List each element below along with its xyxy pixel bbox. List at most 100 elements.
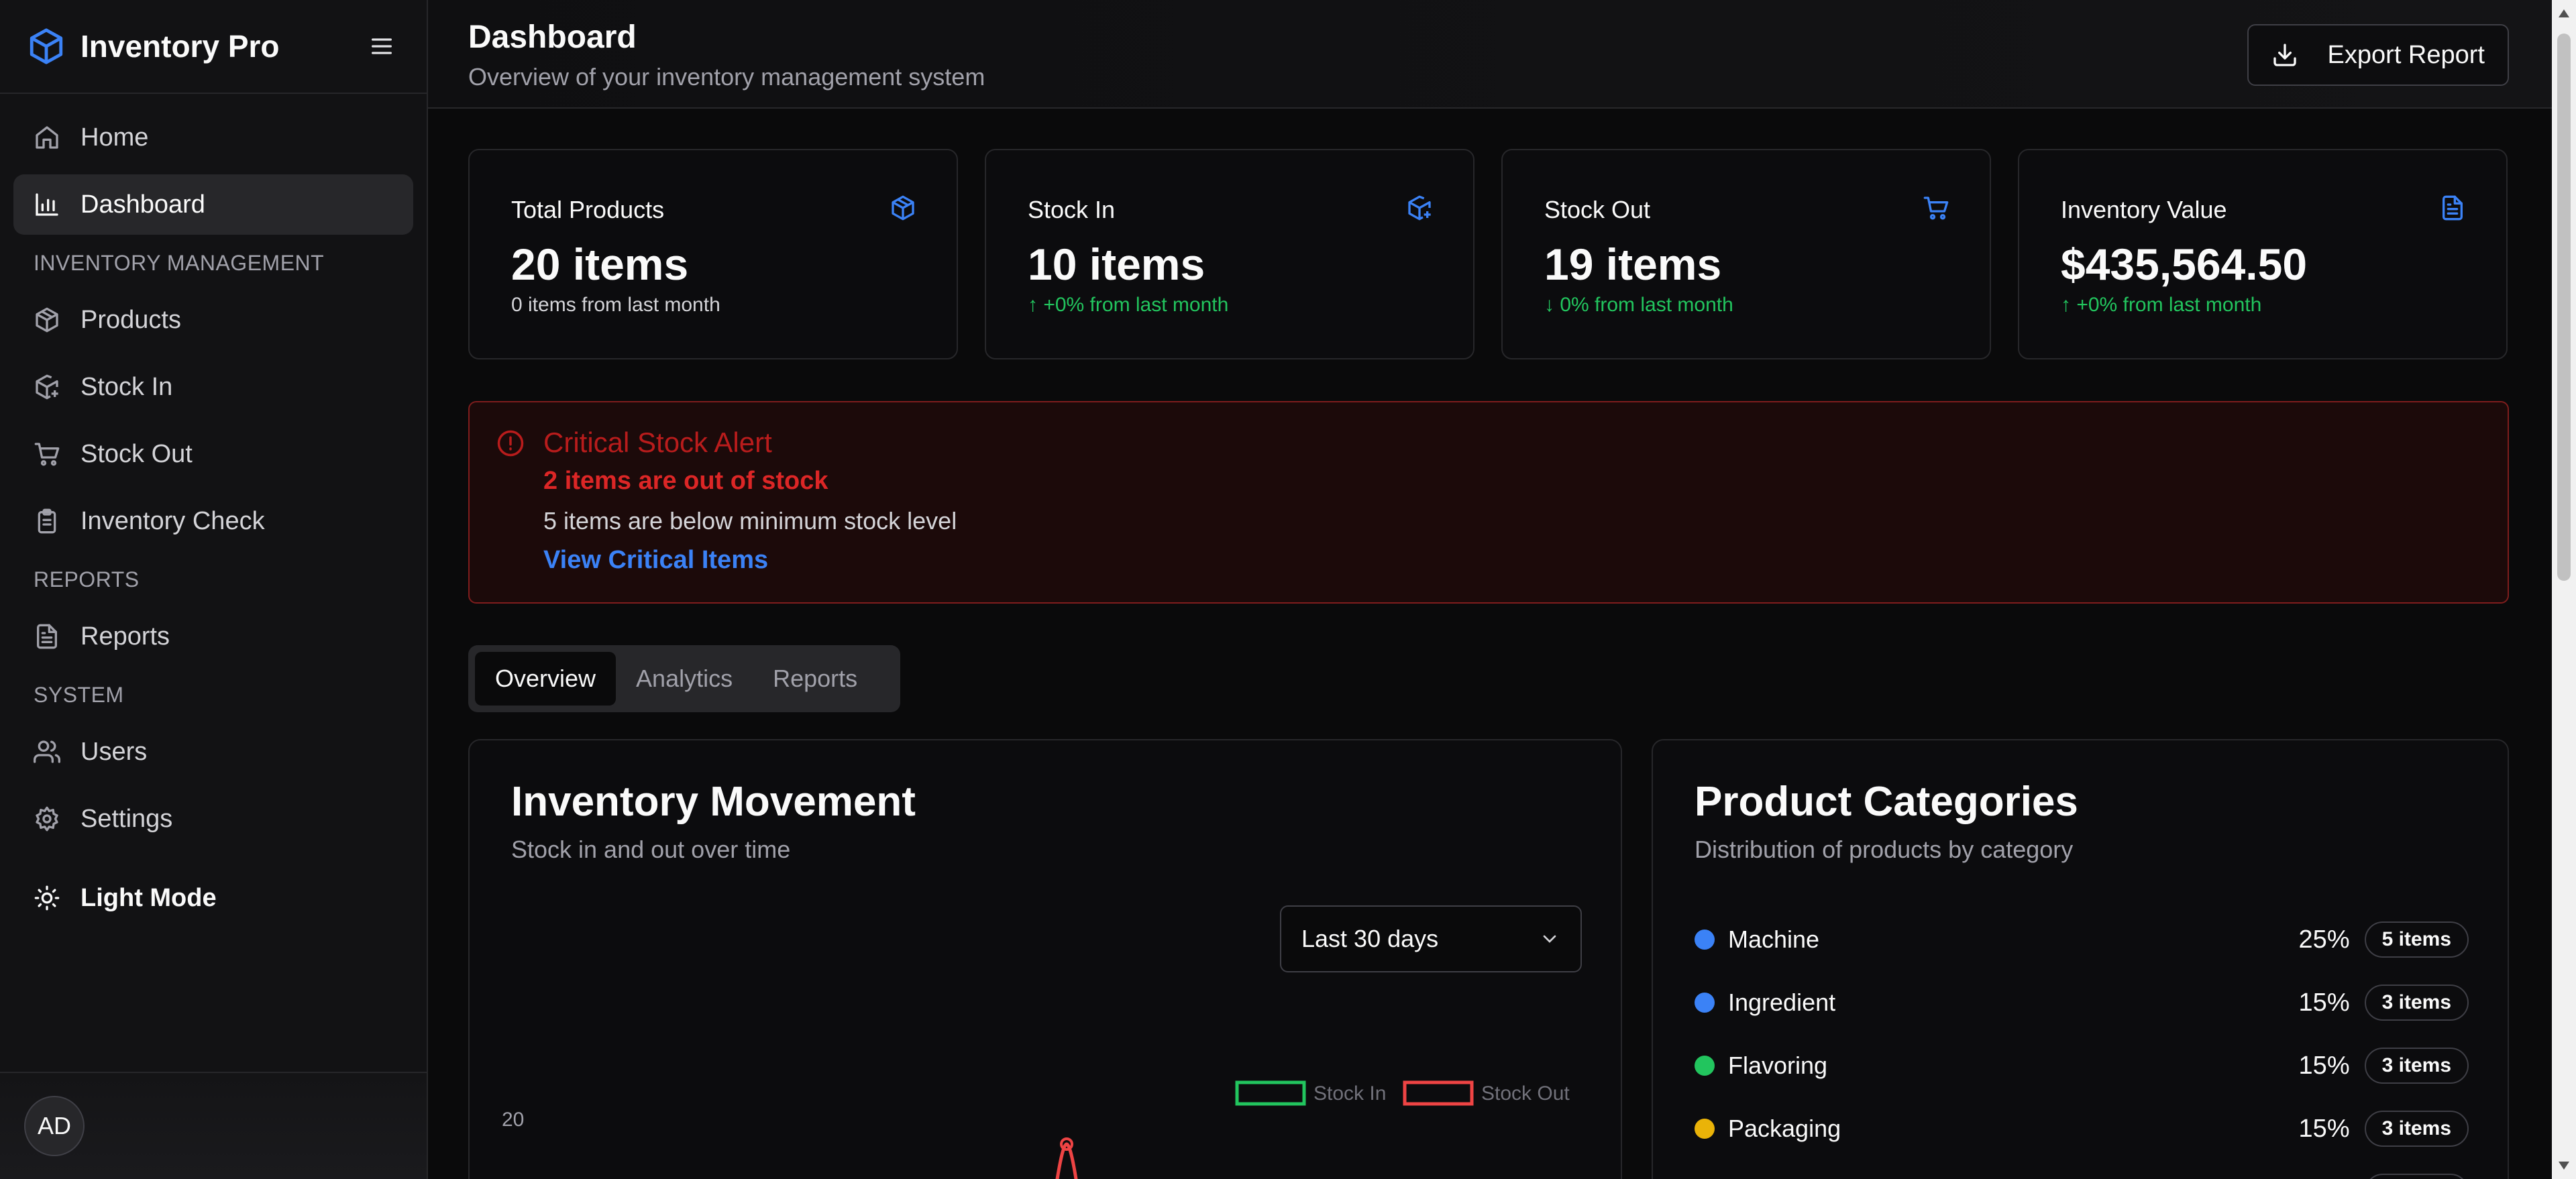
dashboard-tabs: Overview Analytics Reports <box>468 645 900 712</box>
scroll-up-arrow[interactable] <box>2559 9 2569 17</box>
sidebar-item-stock-out[interactable]: Stock Out <box>13 424 413 484</box>
scroll-down-arrow[interactable] <box>2559 1162 2569 1170</box>
panel-subtitle: Distribution of products by category <box>1695 836 2074 863</box>
product-categories-card: Product Categories Distribution of produ… <box>1652 739 2509 1179</box>
view-critical-items-link[interactable]: View Critical Items <box>543 546 768 575</box>
category-count-badge: 5 items <box>2364 921 2469 958</box>
stats-row: Total Products 20 items 0 items from las… <box>468 149 2509 359</box>
cart-icon <box>1923 194 1949 221</box>
category-count-badge: 3 items <box>2364 1048 2469 1084</box>
sidebar-item-dashboard[interactable]: Dashboard <box>13 174 413 235</box>
panel-title: Inventory Movement <box>511 779 916 825</box>
sidebar: Inventory Pro Home Dashboard INVENTORY M… <box>0 0 428 1179</box>
category-name: Flavoring <box>1728 1052 1828 1079</box>
section-system: SYSTEM <box>34 683 124 707</box>
sidebar-item-products[interactable]: Products <box>13 290 413 350</box>
clipboard-icon <box>34 508 60 535</box>
category-row: Ingredient 15% 3 items <box>1695 971 2469 1034</box>
alert-out-of-stock: 2 items are out of stock <box>543 467 828 495</box>
arrow-down-icon: ↓ <box>1544 294 1560 316</box>
alert-title: Critical Stock Alert <box>543 427 772 458</box>
sidebar-item-label: Users <box>80 737 148 766</box>
category-row: Utensil15%3 items <box>1695 1160 2469 1179</box>
gear-icon <box>34 805 60 832</box>
stat-change: 0 items from last month <box>511 294 720 316</box>
sun-icon <box>34 885 60 911</box>
category-row: Packaging 15% 3 items <box>1695 1097 2469 1160</box>
avatar[interactable]: AD <box>24 1096 85 1156</box>
app-title: Inventory Pro <box>80 29 280 64</box>
legend-swatch-stock-out <box>1403 1080 1474 1106</box>
scroll-thumb[interactable] <box>2557 34 2571 581</box>
category-name: Ingredient <box>1728 989 1836 1016</box>
sidebar-item-users[interactable]: Users <box>13 722 413 782</box>
package-plus-icon <box>1406 194 1433 221</box>
tab-overview[interactable]: Overview <box>475 652 616 706</box>
sidebar-nav: Home Dashboard INVENTORY MANAGEMENT Prod… <box>0 94 427 928</box>
category-percent: 15% <box>2298 1051 2350 1080</box>
legend-swatch-stock-in <box>1235 1080 1306 1106</box>
theme-toggle-label: Light Mode <box>80 883 217 912</box>
page-title: Dashboard <box>468 19 637 55</box>
stat-change: ↑ +0% from last month <box>1028 294 1229 316</box>
panels-row: Inventory Movement Stock in and out over… <box>468 739 2509 1179</box>
sidebar-item-stock-in[interactable]: Stock In <box>13 357 413 417</box>
sidebar-footer: AD <box>0 1072 427 1179</box>
inventory-movement-card: Inventory Movement Stock in and out over… <box>468 739 1622 1179</box>
category-color-dot <box>1695 993 1715 1013</box>
cart-icon <box>34 441 60 467</box>
export-report-button[interactable]: Export Report <box>2247 24 2509 86</box>
category-percent: 15% <box>2298 988 2350 1017</box>
tab-analytics[interactable]: Analytics <box>616 652 753 706</box>
dashboard-content: Total Products 20 items 0 items from las… <box>468 149 2509 1179</box>
download-icon <box>2271 42 2298 68</box>
category-count-badge: 3 items <box>2364 985 2469 1021</box>
critical-stock-alert: Critical Stock Alert 2 items are out of … <box>468 401 2509 604</box>
category-count-badge: 3 items <box>2364 1174 2469 1179</box>
file-text-icon <box>34 623 60 650</box>
section-reports: REPORTS <box>34 567 140 592</box>
category-color-dot <box>1695 1056 1715 1076</box>
package-plus-icon <box>34 374 60 400</box>
legend-label: Stock In <box>1313 1082 1386 1105</box>
stat-card-inventory-value: Inventory Value $435,564.50 ↑ +0% from l… <box>2018 149 2508 359</box>
section-inventory-management: INVENTORY MANAGEMENT <box>34 251 325 275</box>
date-range-select[interactable]: Last 30 days <box>1280 905 1582 972</box>
sidebar-item-label: Stock Out <box>80 439 193 468</box>
sidebar-item-label: Dashboard <box>80 190 205 219</box>
top-bar: Dashboard Overview of your inventory man… <box>428 0 2576 109</box>
sidebar-item-inventory-check[interactable]: Inventory Check <box>13 491 413 551</box>
stat-card-total-products: Total Products 20 items 0 items from las… <box>468 149 958 359</box>
sidebar-item-label: Products <box>80 305 181 334</box>
users-icon <box>34 738 60 765</box>
arrow-up-icon: ↑ <box>1028 294 1044 316</box>
panel-subtitle: Stock in and out over time <box>511 836 791 863</box>
sidebar-item-reports[interactable]: Reports <box>13 606 413 667</box>
legend-label: Stock Out <box>1481 1082 1570 1105</box>
app-root: Inventory Pro Home Dashboard INVENTORY M… <box>0 0 2576 1179</box>
sidebar-item-label: Inventory Check <box>80 506 265 535</box>
home-icon <box>34 124 60 151</box>
stat-value: $435,564.50 <box>2061 239 2308 289</box>
stat-card-stock-in: Stock In 10 items ↑ +0% from last month <box>985 149 1474 359</box>
inventory-movement-chart: Stock InStock Out2015 <box>502 1080 1570 1179</box>
date-range-value: Last 30 days <box>1301 925 1439 952</box>
sidebar-item-home[interactable]: Home <box>13 107 413 168</box>
category-color-dot <box>1695 930 1715 950</box>
sidebar-item-settings[interactable]: Settings <box>13 789 413 849</box>
category-row: Machine 25% 5 items <box>1695 908 2469 971</box>
tab-reports[interactable]: Reports <box>753 652 877 706</box>
theme-toggle-button[interactable]: Light Mode <box>13 868 413 928</box>
export-report-label: Export Report <box>2327 40 2485 69</box>
category-count-badge: 3 items <box>2364 1111 2469 1147</box>
sidebar-header: Inventory Pro <box>0 0 427 94</box>
menu-toggle-button[interactable] <box>364 28 400 64</box>
panel-title: Product Categories <box>1695 779 2078 825</box>
bar-chart-icon <box>34 191 60 218</box>
category-name: Machine <box>1728 925 1820 953</box>
y-tick-label: 20 <box>502 1109 524 1131</box>
sidebar-item-label: Reports <box>80 622 170 651</box>
category-percent: 25% <box>2298 925 2350 954</box>
page-scrollbar[interactable] <box>2552 0 2576 1179</box>
stat-value: 20 items <box>511 239 689 289</box>
